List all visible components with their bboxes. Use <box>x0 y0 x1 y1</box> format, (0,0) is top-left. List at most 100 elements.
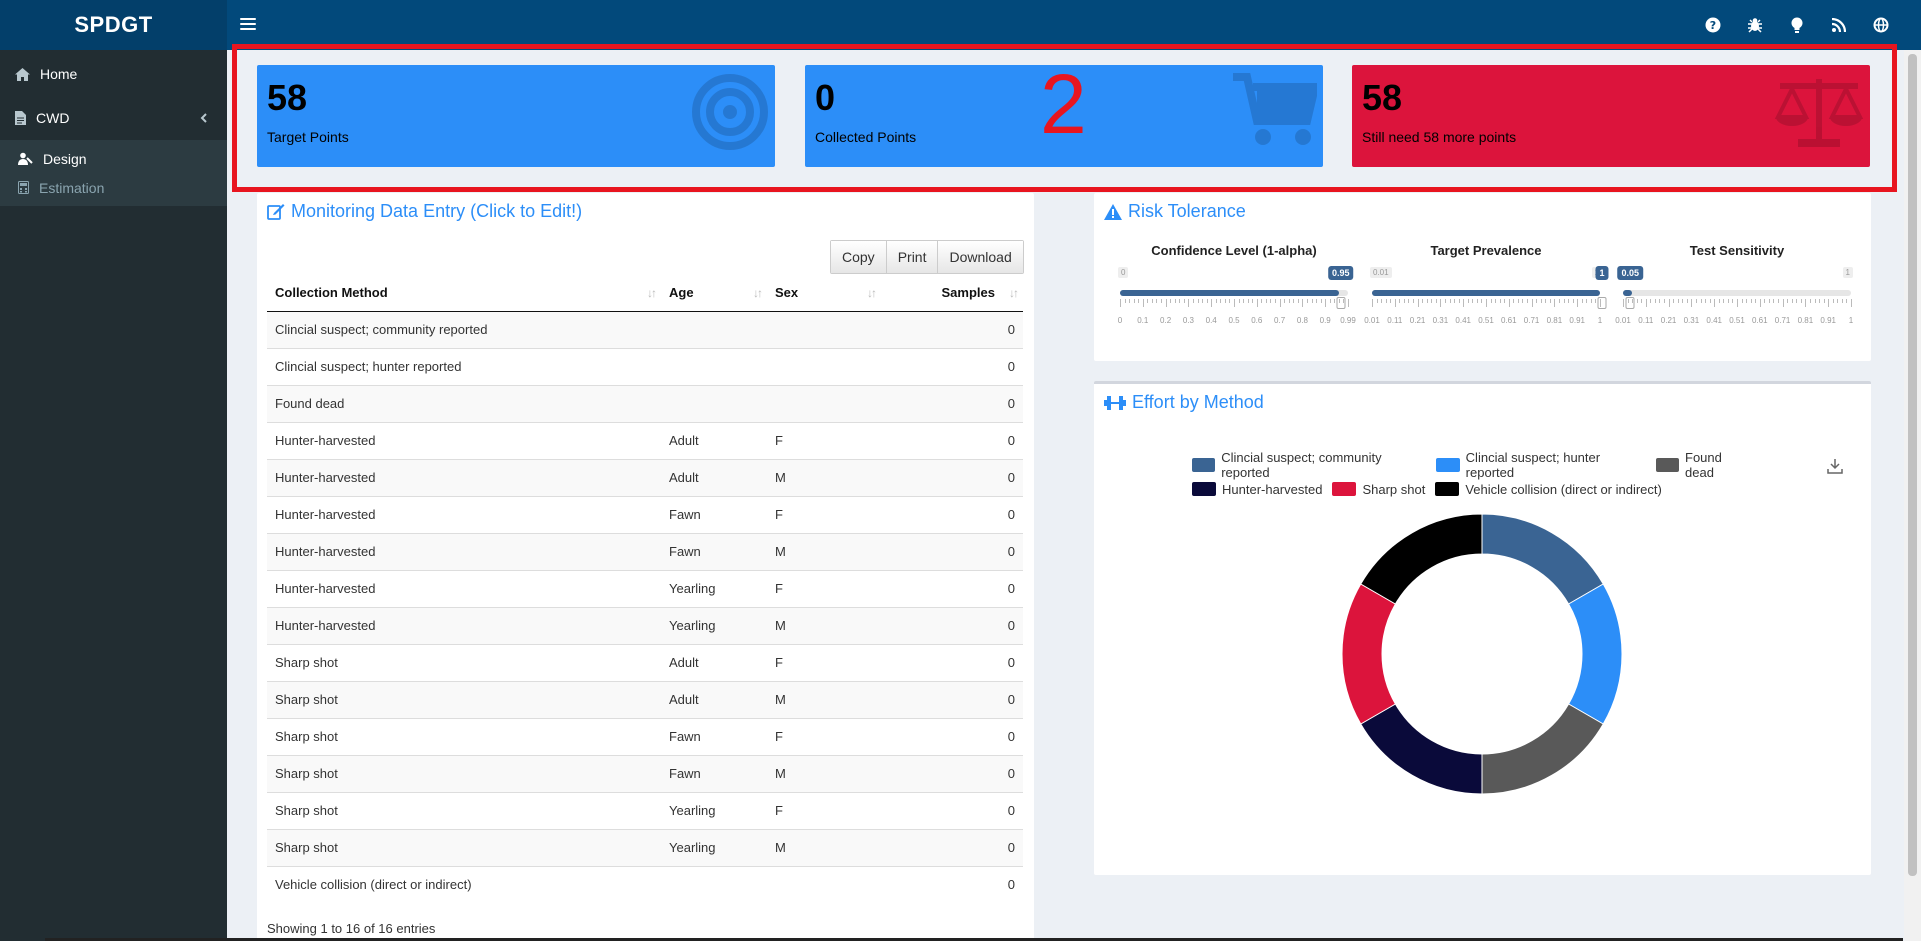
cell-sex[interactable]: F <box>767 717 881 755</box>
table-row[interactable]: Vehicle collision (direct or indirect) 0 <box>267 865 1023 903</box>
cell-method[interactable]: Hunter-harvested <box>267 495 661 533</box>
cell-sex[interactable]: M <box>767 828 881 866</box>
cell-sex[interactable] <box>767 310 881 348</box>
column-header-sex[interactable]: Sex ↓↑ <box>767 275 881 312</box>
cell-age[interactable]: Yearling <box>661 791 767 829</box>
sidebar-toggle-icon[interactable] <box>240 13 256 35</box>
table-row[interactable]: Sharp shot Fawn M 0 <box>267 754 1023 792</box>
help-icon[interactable]: ? <box>1703 15 1723 35</box>
cell-age[interactable] <box>661 347 767 385</box>
cell-samples[interactable]: 0 <box>881 495 1023 533</box>
cell-samples[interactable]: 0 <box>881 347 1023 385</box>
cell-sex[interactable]: F <box>767 495 881 533</box>
sidebar-item-estimation[interactable]: Estimation <box>0 173 227 202</box>
cell-method[interactable]: Sharp shot <box>267 717 661 755</box>
cell-samples[interactable]: 0 <box>881 643 1023 681</box>
sidebar-item-home[interactable]: Home <box>0 52 227 96</box>
donut-slice[interactable] <box>1481 703 1604 795</box>
brand-logo[interactable]: SPDGT <box>0 0 227 50</box>
sidebar-item-design[interactable]: Design <box>0 144 227 173</box>
slider-track[interactable] <box>1372 290 1600 296</box>
table-row[interactable]: Hunter-harvested Fawn F 0 <box>267 495 1023 533</box>
cell-sex[interactable]: F <box>767 421 881 459</box>
slider-2[interactable]: Test Sensitivity0.0510.050.010.110.210.3… <box>1615 243 1853 325</box>
cell-sex[interactable]: M <box>767 680 881 718</box>
globe-icon[interactable] <box>1871 15 1891 35</box>
cell-sex[interactable] <box>767 865 881 903</box>
cell-sex[interactable] <box>767 347 881 385</box>
slider-track[interactable] <box>1623 290 1851 296</box>
cell-method[interactable]: Hunter-harvested <box>267 532 661 570</box>
cell-age[interactable] <box>661 384 767 422</box>
table-row[interactable]: Sharp shot Adult M 0 <box>267 680 1023 718</box>
cell-age[interactable]: Fawn <box>661 717 767 755</box>
cell-method[interactable]: Clincial suspect; community reported <box>267 310 661 348</box>
donut-slice[interactable] <box>1360 703 1483 795</box>
cell-age[interactable]: Yearling <box>661 606 767 644</box>
table-row[interactable]: Hunter-harvested Yearling F 0 <box>267 569 1023 607</box>
table-row[interactable]: Clincial suspect; hunter reported 0 <box>267 347 1023 385</box>
print-button[interactable]: Print <box>886 241 939 273</box>
table-row[interactable]: Sharp shot Fawn F 0 <box>267 717 1023 755</box>
donut-slice[interactable] <box>1567 583 1623 725</box>
cell-sex[interactable]: M <box>767 458 881 496</box>
cell-samples[interactable]: 0 <box>881 458 1023 496</box>
table-row[interactable]: Hunter-harvested Adult M 0 <box>267 458 1023 496</box>
table-row[interactable]: Hunter-harvested Adult F 0 <box>267 421 1023 459</box>
cell-sex[interactable]: F <box>767 643 881 681</box>
cell-sex[interactable]: M <box>767 754 881 792</box>
cell-sex[interactable]: M <box>767 606 881 644</box>
legend-item[interactable]: Found dead <box>1655 450 1752 480</box>
legend-item[interactable]: Clincial suspect; community reported <box>1192 450 1426 480</box>
cell-method[interactable]: Hunter-harvested <box>267 606 661 644</box>
cell-sex[interactable]: F <box>767 569 881 607</box>
cell-samples[interactable]: 0 <box>881 384 1023 422</box>
cell-method[interactable]: Sharp shot <box>267 828 661 866</box>
scrollbar-thumb[interactable] <box>1908 54 1917 876</box>
cell-samples[interactable]: 0 <box>881 754 1023 792</box>
cell-sex[interactable]: M <box>767 532 881 570</box>
cell-age[interactable]: Fawn <box>661 754 767 792</box>
cell-method[interactable]: Hunter-harvested <box>267 458 661 496</box>
slider-1[interactable]: Target Prevalence0.01110.010.110.210.310… <box>1364 243 1609 325</box>
cell-samples[interactable]: 0 <box>881 532 1023 570</box>
column-header-samples[interactable]: Samples ↓↑ <box>881 275 1023 312</box>
cell-age[interactable]: Adult <box>661 458 767 496</box>
cell-age[interactable] <box>661 865 767 903</box>
cell-samples[interactable]: 0 <box>881 569 1023 607</box>
table-row[interactable]: Sharp shot Adult F 0 <box>267 643 1023 681</box>
page-scrollbar[interactable] <box>1904 50 1921 941</box>
cell-method[interactable]: Found dead <box>267 384 661 422</box>
legend-item[interactable]: Clincial suspect; hunter reported <box>1436 450 1645 480</box>
cell-age[interactable]: Fawn <box>661 532 767 570</box>
column-header-age[interactable]: Age ↓↑ <box>661 275 767 312</box>
donut-slice[interactable] <box>1360 513 1483 605</box>
cell-age[interactable]: Adult <box>661 680 767 718</box>
cell-method[interactable]: Vehicle collision (direct or indirect) <box>267 865 661 903</box>
cell-sex[interactable] <box>767 384 881 422</box>
cell-samples[interactable]: 0 <box>881 606 1023 644</box>
table-row[interactable]: Hunter-harvested Yearling M 0 <box>267 606 1023 644</box>
cell-method[interactable]: Sharp shot <box>267 791 661 829</box>
legend-item[interactable]: Hunter-harvested <box>1192 482 1322 497</box>
cell-age[interactable]: Yearling <box>661 569 767 607</box>
cell-age[interactable]: Adult <box>661 421 767 459</box>
bug-icon[interactable] <box>1745 15 1765 35</box>
table-row[interactable]: Hunter-harvested Fawn M 0 <box>267 532 1023 570</box>
cell-sex[interactable]: F <box>767 791 881 829</box>
column-header-collection-method[interactable]: Collection Method ↓↑ <box>267 275 661 312</box>
cell-samples[interactable]: 0 <box>881 421 1023 459</box>
copy-button[interactable]: Copy <box>831 241 887 273</box>
legend-item[interactable]: Sharp shot <box>1332 482 1425 497</box>
cell-age[interactable]: Fawn <box>661 495 767 533</box>
cell-age[interactable] <box>661 310 767 348</box>
cell-samples[interactable]: 0 <box>881 828 1023 866</box>
table-row[interactable]: Sharp shot Yearling M 0 <box>267 828 1023 866</box>
cell-age[interactable]: Yearling <box>661 828 767 866</box>
cell-samples[interactable]: 0 <box>881 791 1023 829</box>
download-icon[interactable] <box>1827 458 1843 474</box>
cell-samples[interactable]: 0 <box>881 717 1023 755</box>
cell-samples[interactable]: 0 <box>881 680 1023 718</box>
table-row[interactable]: Found dead 0 <box>267 384 1023 422</box>
cell-method[interactable]: Sharp shot <box>267 680 661 718</box>
